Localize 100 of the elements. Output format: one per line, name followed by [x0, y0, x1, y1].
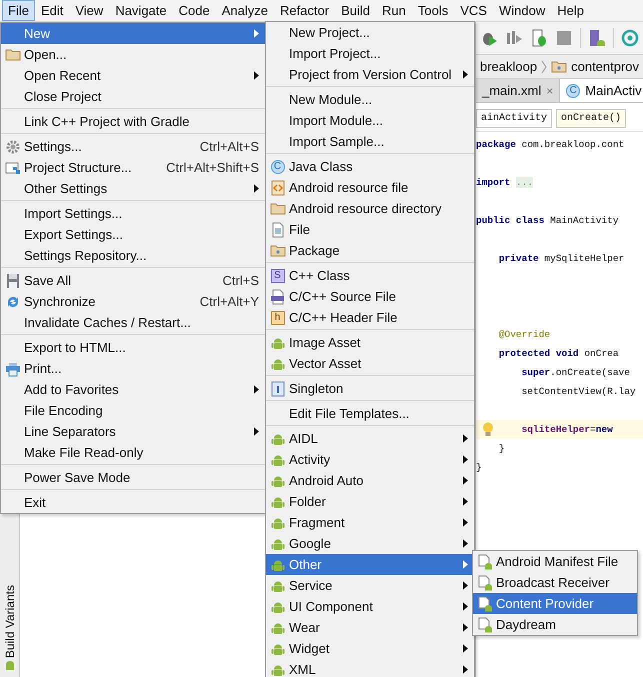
menu-bar-item[interactable]: Edit	[34, 0, 70, 21]
tool-window-tab[interactable]: Build Variants	[2, 584, 16, 658]
device-icon[interactable]	[588, 29, 606, 47]
menu-item[interactable]: Export Settings...	[1, 224, 265, 245]
menu-item[interactable]: C Java Class	[266, 156, 474, 177]
menu-item[interactable]: Activity	[266, 449, 474, 470]
menu-item[interactable]: Other Settings	[1, 178, 265, 199]
menu-item[interactable]: Other	[266, 554, 474, 575]
menu-bar-item[interactable]: Code	[172, 0, 216, 21]
breadcrumb-item[interactable]: breakloop	[480, 59, 538, 74]
shortcut-text: Ctrl+Alt+S	[200, 139, 259, 154]
menu-item[interactable]: Image Asset	[266, 332, 474, 353]
menu-item[interactable]: File	[266, 219, 474, 240]
menu-item[interactable]: Project Structure... Ctrl+Alt+Shift+S	[1, 157, 265, 178]
menu-item[interactable]: Daydream	[473, 614, 637, 635]
menu-item[interactable]: Close Project	[1, 86, 265, 107]
breadcrumb-item[interactable]: contentprov	[571, 59, 640, 74]
menu-item[interactable]: Broadcast Receiver	[473, 572, 637, 593]
menu-bar-item[interactable]: Tools	[412, 0, 454, 21]
menu-item[interactable]: Google	[266, 533, 474, 554]
menu-bar-item[interactable]: Refactor	[274, 0, 336, 21]
menu-item[interactable]: Project from Version Control	[266, 64, 474, 85]
shortcut-text: Ctrl+Alt+Shift+S	[166, 160, 259, 175]
menu-item[interactable]: File Encoding	[1, 400, 265, 421]
printer-icon	[4, 360, 20, 376]
menu-item[interactable]: Link C++ Project with Gradle	[1, 111, 265, 132]
folder-icon	[270, 200, 286, 216]
menu-bar-item[interactable]: Analyze	[216, 0, 274, 21]
class-icon: h	[270, 310, 284, 324]
menu-item[interactable]: UI Component	[266, 596, 474, 617]
menu-item[interactable]: Import Sample...	[266, 131, 474, 152]
menu-item[interactable]: Open Recent	[1, 65, 265, 86]
menu-bar-item[interactable]: View	[69, 0, 110, 21]
menu-item[interactable]: New	[1, 23, 265, 44]
menu-item[interactable]: Export to HTML...	[1, 337, 265, 358]
bars-icon[interactable]	[505, 29, 523, 47]
folder-icon	[4, 46, 20, 62]
menu-item[interactable]: Make File Read-only	[1, 442, 265, 463]
menu-item[interactable]: Open...	[1, 44, 265, 65]
gear-icon	[4, 138, 20, 154]
menu-item[interactable]: Invalidate Caches / Restart...	[1, 312, 265, 333]
menu-item[interactable]: Folder	[266, 491, 474, 512]
code-line: import ...	[476, 177, 534, 188]
menu-item[interactable]: Power Save Mode	[1, 467, 265, 488]
grid-icon	[4, 160, 20, 176]
menu-item[interactable]: C/C++ Source File	[266, 286, 474, 307]
android-file-icon	[476, 554, 492, 570]
stop-icon[interactable]	[555, 29, 573, 47]
code-line: @Override	[498, 329, 550, 340]
menu-bar-item[interactable]: Build	[335, 0, 376, 21]
menu-item[interactable]: Content Provider	[473, 593, 637, 614]
menu-item[interactable]: Android Manifest File	[473, 551, 637, 572]
menu-item[interactable]: Synchronize Ctrl+Alt+Y	[1, 291, 265, 312]
menu-bar-item[interactable]: VCS	[454, 0, 493, 21]
editor-tab[interactable]: C MainActiv	[560, 79, 643, 102]
menu-item[interactable]: Settings Repository...	[1, 245, 265, 266]
code-line: protected void onCrea	[498, 348, 619, 359]
class-icon: C	[270, 160, 284, 174]
menu-item[interactable]: Import Settings...	[1, 203, 265, 224]
menu-bar-item[interactable]: Help	[551, 0, 590, 21]
shortcut-text: Ctrl+Alt+Y	[200, 294, 259, 309]
breadcrumb-item[interactable]: ainActivity	[476, 109, 552, 128]
menu-item[interactable]: Add to Favorites	[1, 379, 265, 400]
menu-item[interactable]: Print...	[1, 358, 265, 379]
menu-item[interactable]: Import Project...	[266, 43, 474, 64]
code-line: setContentView(R.lay	[522, 386, 636, 397]
editor-tab[interactable]: _main.xml ×	[476, 79, 560, 102]
menu-item[interactable]: Edit File Templates...	[266, 403, 474, 424]
phone-icon[interactable]	[530, 29, 548, 47]
lightbulb-icon[interactable]	[482, 422, 494, 437]
menu-bar-item[interactable]: Navigate	[109, 0, 173, 21]
chevron-icon	[541, 60, 548, 74]
menu-item[interactable]: Android resource file	[266, 177, 474, 198]
breadcrumb-item[interactable]: onCreate()	[556, 109, 626, 128]
menu-item[interactable]: Settings... Ctrl+Alt+S	[1, 136, 265, 157]
menu-item[interactable]: Widget	[266, 638, 474, 659]
sync-icon[interactable]	[621, 29, 639, 47]
menu-item[interactable]: AIDL	[266, 428, 474, 449]
menu-item[interactable]: Singleton	[266, 378, 474, 399]
menu-item[interactable]: Android Auto	[266, 470, 474, 491]
menu-item[interactable]: New Module...	[266, 89, 474, 110]
menu-item[interactable]: XML	[266, 659, 474, 677]
menu-item[interactable]: Exit	[1, 492, 265, 513]
menu-item[interactable]: Line Separators	[1, 421, 265, 442]
menu-bar-item[interactable]: Window	[492, 0, 552, 21]
menu-item[interactable]: Android resource directory	[266, 198, 474, 219]
menu-item[interactable]: S C++ Class	[266, 265, 474, 286]
menu-bar-item[interactable]: Run	[376, 0, 412, 21]
menu-item[interactable]: New Project...	[266, 22, 474, 43]
android-file-icon	[476, 596, 492, 612]
menu-item[interactable]: Save All Ctrl+S	[1, 270, 265, 291]
menu-item[interactable]: Vector Asset	[266, 353, 474, 374]
menu-item[interactable]: Wear	[266, 617, 474, 638]
menu-item[interactable]: Package	[266, 240, 474, 261]
menu-item[interactable]: Import Module...	[266, 110, 474, 131]
menu-item[interactable]: h C/C++ Header File	[266, 307, 474, 328]
menu-item[interactable]: Service	[266, 575, 474, 596]
menu-item[interactable]: Fragment	[266, 512, 474, 533]
menu-bar-item[interactable]: File	[2, 0, 35, 21]
source-file-icon	[270, 288, 286, 304]
